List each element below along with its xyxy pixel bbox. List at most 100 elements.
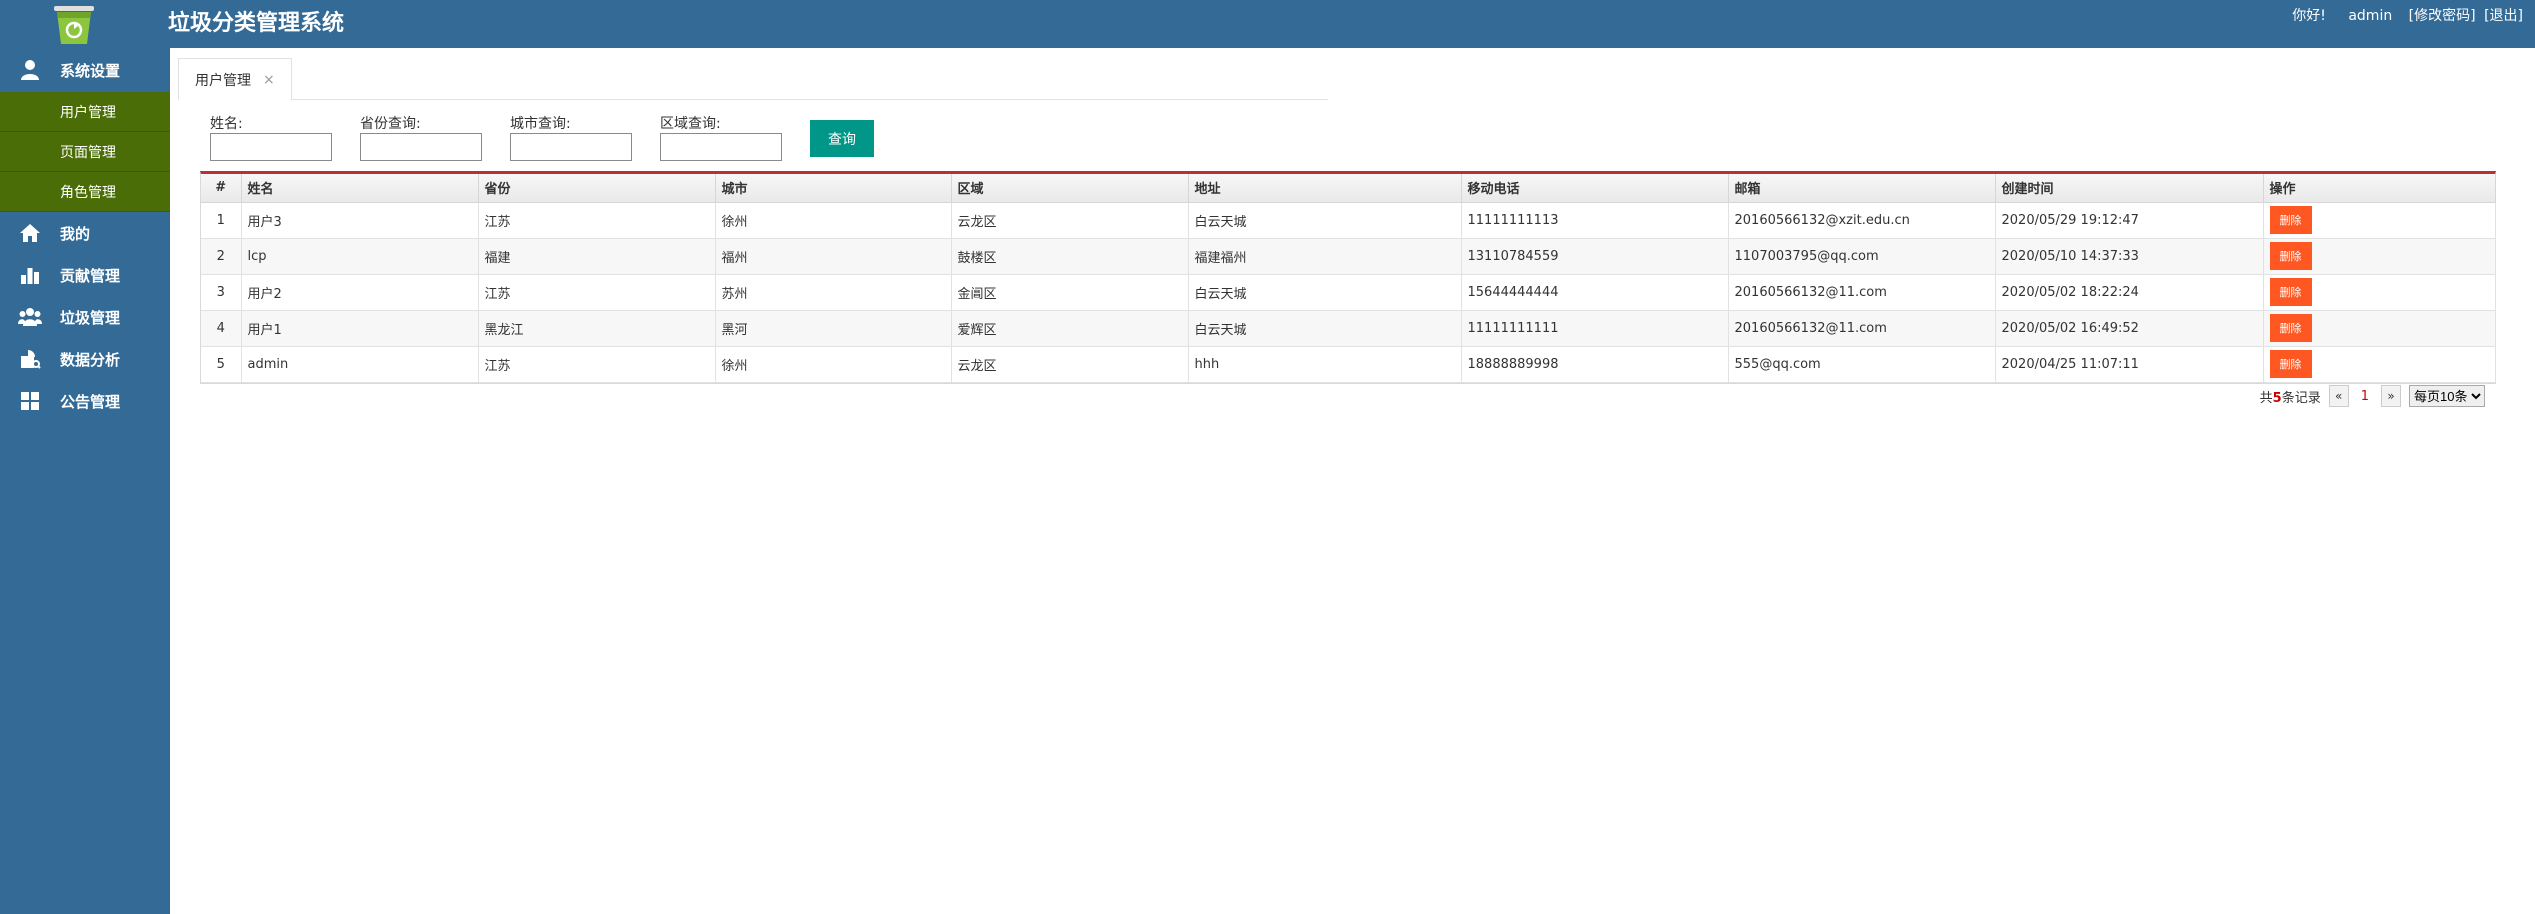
- name-search-input[interactable]: [210, 133, 332, 161]
- grid-icon: [18, 389, 42, 413]
- user-table: # 姓名 省份 城市 区域 地址 移动电话 邮箱 创建时间 操作 1 用户3 江…: [200, 171, 2496, 384]
- cell-actions: 删除: [2263, 238, 2496, 275]
- column-header: 地址: [1188, 174, 1462, 203]
- group-icon: [18, 305, 42, 329]
- page-size-select[interactable]: 每页10条: [2409, 385, 2485, 407]
- prev-page-button[interactable]: «: [2328, 385, 2349, 407]
- column-header: 创建时间: [1995, 174, 2264, 203]
- close-icon[interactable]: ×: [263, 72, 275, 88]
- current-page[interactable]: 1: [2357, 389, 2373, 404]
- table-row: 5 admin 江苏 徐州 云龙区 hhh 18888889998 555@qq…: [201, 346, 2496, 383]
- column-header: 姓名: [241, 174, 479, 203]
- cell-name: 用户1: [241, 310, 479, 347]
- cell-phone: 18888889998: [1461, 346, 1729, 383]
- column-header: 操作: [2263, 174, 2496, 203]
- row-index: 5: [201, 346, 242, 383]
- home-icon: [18, 221, 42, 245]
- cell-address: hhh: [1188, 346, 1462, 383]
- sidebar-item-system-settings[interactable]: 系统设置: [0, 48, 170, 92]
- sidebar-subitem-role-management[interactable]: 角色管理: [0, 172, 170, 212]
- column-header: #: [201, 174, 242, 203]
- cell-address: 白云天城: [1188, 310, 1462, 347]
- sidebar-subitem-user-management[interactable]: 用户管理: [0, 92, 170, 132]
- city-search-input[interactable]: [510, 133, 632, 161]
- greeting-text: 你好!: [2292, 8, 2326, 24]
- sidebar-item-label: 垃圾管理: [60, 308, 121, 327]
- recycle-bin-logo-icon: [48, 2, 100, 50]
- cell-name: 用户3: [241, 202, 479, 239]
- cell-actions: 删除: [2263, 274, 2496, 311]
- sidebar-item-label: 我的: [60, 224, 91, 243]
- user-icon: [18, 58, 42, 82]
- delete-button[interactable]: 删除: [2269, 350, 2312, 378]
- cell-name: 用户2: [241, 274, 479, 311]
- cell-actions: 删除: [2263, 346, 2496, 383]
- cell-created: 2020/05/29 19:12:47: [1995, 202, 2264, 239]
- name-label: 姓名:: [210, 116, 243, 132]
- user-bar: 你好! admin [修改密码] [退出]: [2288, 6, 2523, 26]
- cell-district: 云龙区: [951, 346, 1189, 383]
- cell-created: 2020/05/02 18:22:24: [1995, 274, 2264, 311]
- cell-email: 20160566132@11.com: [1728, 274, 1996, 311]
- sidebar-item-label: 公告管理: [60, 392, 121, 411]
- district-search-input[interactable]: [660, 133, 782, 161]
- analysis-icon: [18, 347, 42, 371]
- cell-email: 20160566132@xzit.edu.cn: [1728, 202, 1996, 239]
- bar-chart-icon: [18, 263, 42, 287]
- table-row: 2 lcp 福建 福州 鼓楼区 福建福州 13110784559 1107003…: [201, 238, 2496, 275]
- cell-name: lcp: [241, 238, 479, 275]
- cell-actions: 删除: [2263, 310, 2496, 347]
- sidebar-item-garbage[interactable]: 垃圾管理: [0, 296, 170, 338]
- table-header-row: # 姓名 省份 城市 区域 地址 移动电话 邮箱 创建时间 操作: [201, 174, 2496, 203]
- cell-district: 鼓楼区: [951, 238, 1189, 275]
- tab-user-management[interactable]: 用户管理 ×: [178, 58, 292, 101]
- delete-button[interactable]: 删除: [2269, 242, 2312, 270]
- city-label: 城市查询:: [510, 116, 571, 132]
- delete-button[interactable]: 删除: [2269, 278, 2312, 306]
- row-index: 2: [201, 238, 242, 275]
- cell-province: 福建: [478, 238, 716, 275]
- cell-address: 福建福州: [1188, 238, 1462, 275]
- next-page-button[interactable]: »: [2381, 385, 2401, 407]
- cell-province: 江苏: [478, 202, 716, 239]
- cell-address: 白云天城: [1188, 202, 1462, 239]
- tab-strip: 用户管理 ×: [178, 58, 1328, 101]
- sidebar-item-contribution[interactable]: 贡献管理: [0, 254, 170, 296]
- cell-district: 金阊区: [951, 274, 1189, 311]
- cell-city: 黑河: [715, 310, 952, 347]
- sidebar-item-data-analysis[interactable]: 数据分析: [0, 338, 170, 380]
- query-button[interactable]: 查询: [810, 120, 874, 157]
- column-header: 邮箱: [1728, 174, 1996, 203]
- province-search-input[interactable]: [360, 133, 482, 161]
- sidebar-item-label: 贡献管理: [60, 266, 121, 285]
- district-label: 区域查询:: [660, 116, 721, 132]
- cell-phone: 11111111113: [1461, 202, 1729, 239]
- cell-phone: 13110784559: [1461, 238, 1729, 275]
- logout-link[interactable]: [退出]: [2484, 8, 2523, 24]
- cell-email: 555@qq.com: [1728, 346, 1996, 383]
- top-header: 垃圾分类管理系统 你好! admin [修改密码] [退出]: [0, 0, 2535, 48]
- sidebar-item-announcements[interactable]: 公告管理: [0, 380, 170, 422]
- tab-label: 用户管理: [195, 72, 251, 89]
- change-password-link[interactable]: [修改密码]: [2409, 8, 2476, 24]
- sidebar-subitem-page-management[interactable]: 页面管理: [0, 132, 170, 172]
- table-row: 3 用户2 江苏 苏州 金阊区 白云天城 15644444444 2016056…: [201, 274, 2496, 311]
- cell-district: 云龙区: [951, 202, 1189, 239]
- column-header: 城市: [715, 174, 952, 203]
- province-label: 省份查询:: [360, 116, 421, 132]
- cell-email: 20160566132@11.com: [1728, 310, 1996, 347]
- cell-name: admin: [241, 346, 479, 383]
- delete-button[interactable]: 删除: [2269, 314, 2312, 342]
- cell-province: 黑龙江: [478, 310, 716, 347]
- cell-email: 1107003795@qq.com: [1728, 238, 1996, 275]
- cell-city: 徐州: [715, 202, 952, 239]
- row-index: 3: [201, 274, 242, 311]
- cell-address: 白云天城: [1188, 274, 1462, 311]
- cell-actions: 删除: [2263, 202, 2496, 239]
- delete-button[interactable]: 删除: [2269, 206, 2312, 234]
- cell-created: 2020/05/02 16:49:52: [1995, 310, 2264, 347]
- cell-phone: 15644444444: [1461, 274, 1729, 311]
- sidebar-item-mine[interactable]: 我的: [0, 212, 170, 254]
- sidebar: 系统设置 用户管理 页面管理 角色管理 我的 贡献管理 垃圾管理 数据分析 公告…: [0, 48, 170, 914]
- pagination: 共5条记录 « 1 » 每页10条: [2260, 385, 2485, 407]
